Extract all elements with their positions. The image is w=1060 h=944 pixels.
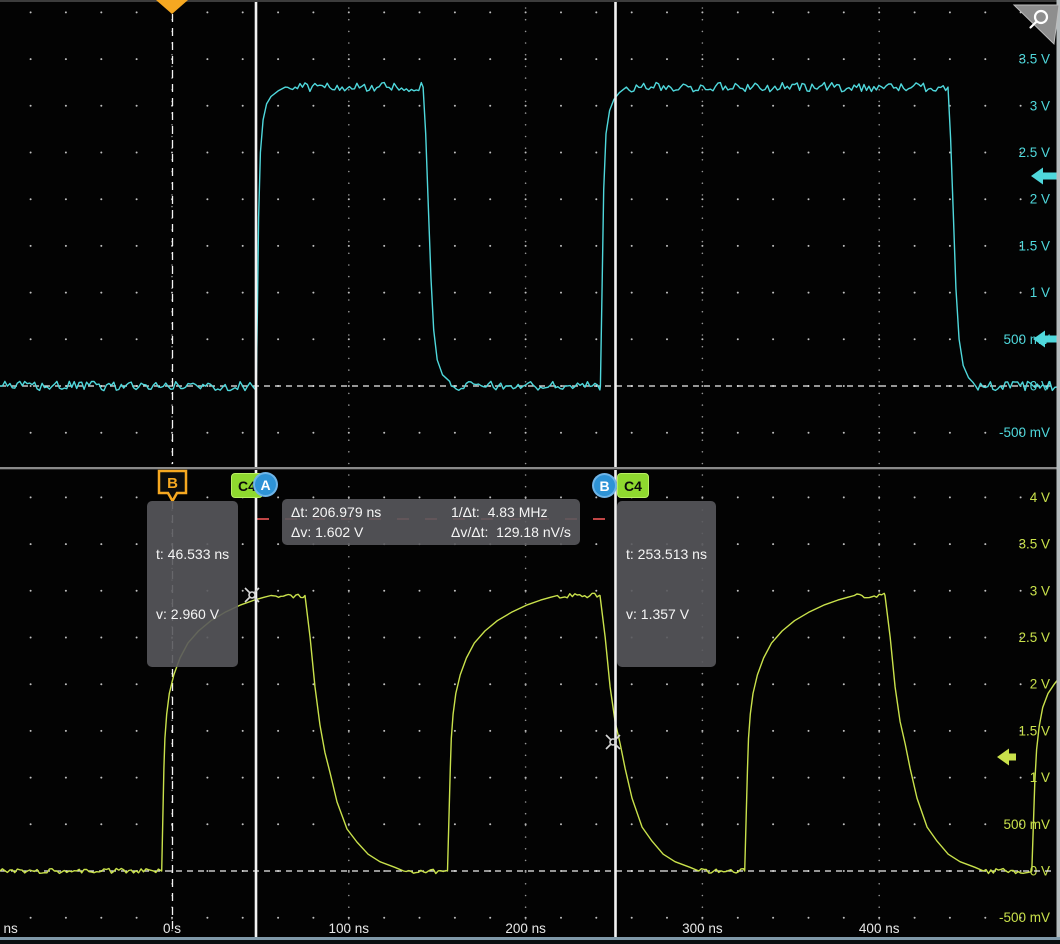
x-tick-label: 100 ns <box>329 921 370 936</box>
trigger-b-badge[interactable]: B <box>157 469 189 505</box>
y-tick-label: 1.5 V <box>1018 238 1050 253</box>
y-tick-label: 1.5 V <box>1018 723 1050 738</box>
cursor-a-voltage: v: 2.960 V <box>156 604 229 624</box>
cursor-b-time: t: 253.513 ns <box>626 544 707 564</box>
y-tick-label: 2 V <box>1030 192 1050 207</box>
y-tick-label: 3 V <box>1030 583 1050 598</box>
cursor-a-time: t: 46.533 ns <box>156 544 229 564</box>
y-tick-label: 2 V <box>1030 677 1050 692</box>
trigger-level-arrow[interactable] <box>1031 168 1058 185</box>
y-tick-label: 4 V <box>1030 490 1050 505</box>
x-tick-label: -100 ns <box>0 921 18 936</box>
delta-t: Δt: 206.979 ns <box>291 502 443 522</box>
cursor-delta-readout: Δt: 206.979 ns 1/Δt: 4.83 MHz Δv: 1.602 … <box>282 499 580 545</box>
bottom-border-gap <box>0 940 1060 944</box>
y-tick-label: 3 V <box>1030 98 1050 113</box>
top-waveform <box>0 83 1060 391</box>
x-tick-label: 0 s <box>163 921 181 936</box>
zoom-corner-button[interactable] <box>1014 5 1059 44</box>
y-tick-label: -500 mV <box>999 425 1050 440</box>
channel-c4-position-arrow[interactable] <box>997 749 1016 766</box>
right-border <box>1057 0 1060 944</box>
cursor-b-badge[interactable]: B <box>592 473 617 498</box>
cursor-b-channel-badge[interactable]: C4 <box>617 473 649 498</box>
trigger-b-badge-letter: B <box>167 475 178 492</box>
inverse-delta-t: 1/Δt: 4.83 MHz <box>451 502 571 522</box>
y-tick-label: 2.5 V <box>1018 630 1050 645</box>
oscilloscope-display: 3.5 V3 V2.5 V2 V1.5 V1 V500 mV0 V-500 mV… <box>0 0 1060 944</box>
cursor-a-badge[interactable]: A <box>253 472 278 497</box>
y-tick-label: 2.5 V <box>1018 145 1050 160</box>
y-tick-label: 1 V <box>1030 770 1050 785</box>
bottom-border <box>0 937 1060 940</box>
cursor-trace-intersection-marker <box>606 735 620 749</box>
x-tick-label: 300 ns <box>682 921 723 936</box>
y-tick-label: 1 V <box>1030 285 1050 300</box>
delta-v: Δv: 1.602 V <box>291 522 443 542</box>
cursor-a-readout: t: 46.533 ns v: 2.960 V <box>147 501 238 667</box>
x-tick-label: 400 ns <box>859 921 900 936</box>
x-tick-label: 200 ns <box>505 921 546 936</box>
grid-dots <box>30 7 1022 464</box>
cursor-b-voltage: v: 1.357 V <box>626 604 707 624</box>
delta-v-over-delta-t: Δv/Δt: 129.18 nV/s <box>451 522 571 542</box>
trigger-position-marker[interactable] <box>156 0 188 14</box>
y-tick-label: 3.5 V <box>1018 52 1050 67</box>
y-tick-label: 500 mV <box>1003 817 1050 832</box>
y-tick-label: 3.5 V <box>1018 537 1050 552</box>
cursor-b-readout: t: 253.513 ns v: 1.357 V <box>617 501 716 667</box>
y-tick-label: -500 mV <box>999 910 1050 925</box>
